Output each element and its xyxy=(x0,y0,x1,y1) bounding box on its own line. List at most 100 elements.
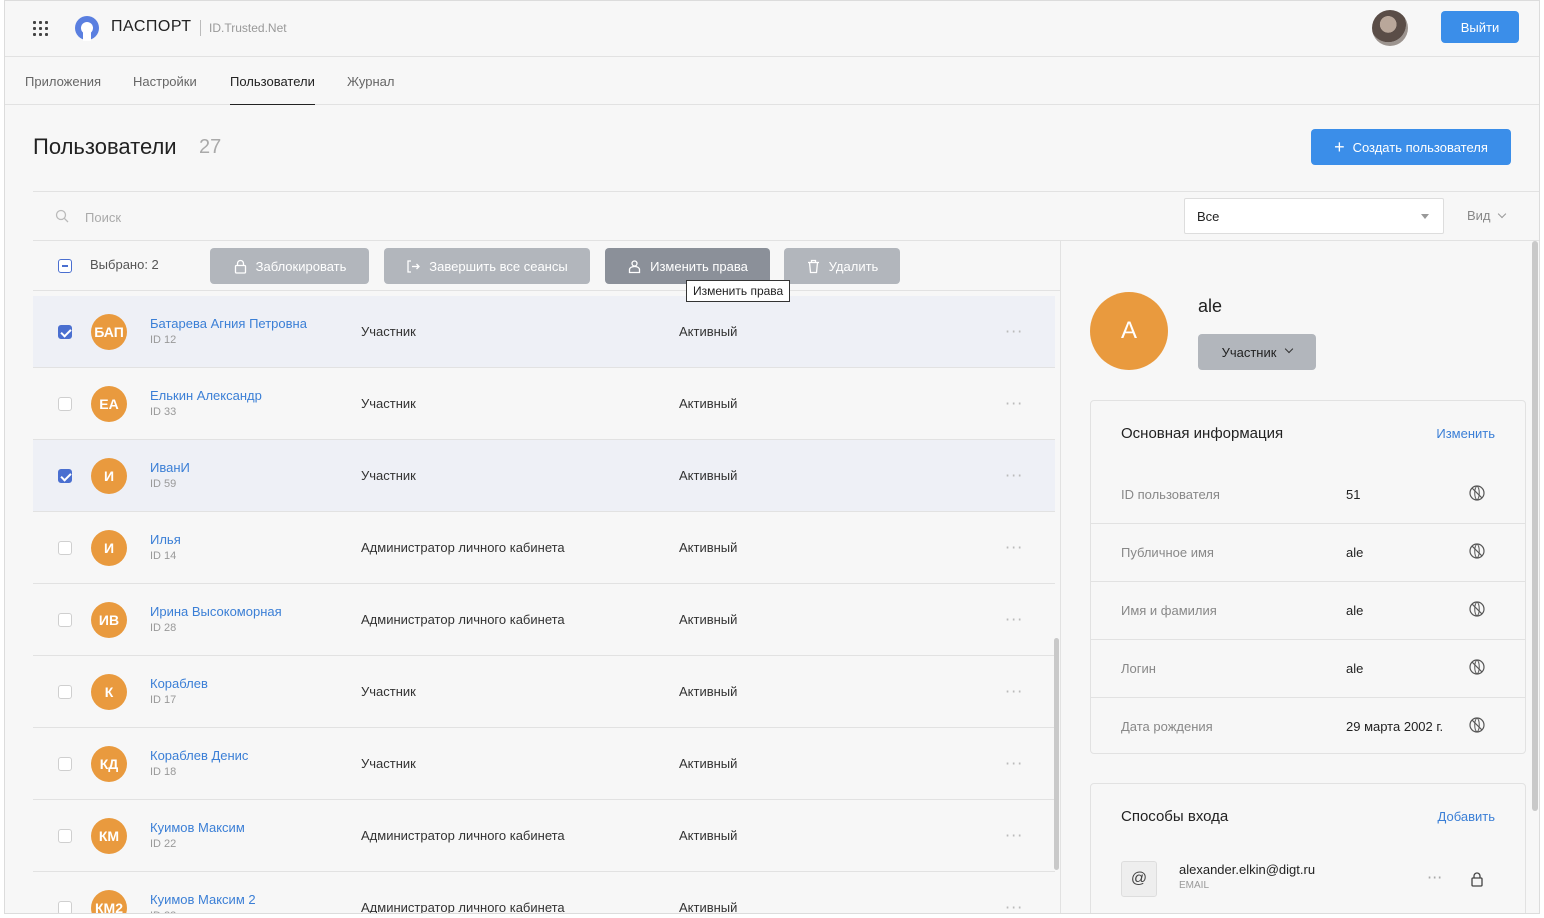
table-row[interactable]: КД Кораблев Денис ID 18 Участник Активны… xyxy=(33,728,1055,800)
logout-button[interactable]: Выйти xyxy=(1441,11,1519,43)
globe-icon[interactable] xyxy=(1469,717,1485,733)
brand-divider xyxy=(200,20,201,36)
row-checkbox[interactable] xyxy=(58,901,72,913)
user-status: Активный xyxy=(679,828,738,843)
user-name-link[interactable]: Кораблев Денис xyxy=(150,748,248,763)
user-role: Администратор личного кабинета xyxy=(361,540,565,555)
caret-down-icon xyxy=(1421,214,1429,219)
avatar: К xyxy=(91,674,127,710)
user-status: Активный xyxy=(679,540,738,555)
info-row-full-name: Имя и фамилия ale xyxy=(1091,582,1525,640)
row-checkbox[interactable] xyxy=(58,325,72,339)
search-input[interactable] xyxy=(85,205,485,229)
more-options-icon[interactable]: ··· xyxy=(1427,868,1442,887)
profile-role-dropdown[interactable]: Участник xyxy=(1198,334,1316,370)
delete-button[interactable]: Удалить xyxy=(784,248,900,284)
current-user-avatar[interactable] xyxy=(1372,10,1408,46)
table-row[interactable]: КМ2 Куимов Максим 2 ID 23 Администратор … xyxy=(33,872,1055,914)
view-label: Вид xyxy=(1467,208,1491,223)
user-name-link[interactable]: Батарева Агния Петровна xyxy=(150,316,307,331)
avatar: КМ2 xyxy=(91,890,127,913)
plus-icon: + xyxy=(1334,137,1345,157)
trash-icon xyxy=(807,259,819,273)
user-role: Участник xyxy=(361,684,416,699)
row-checkbox[interactable] xyxy=(58,397,72,411)
row-checkbox[interactable] xyxy=(58,469,72,483)
user-details-panel: A ale Участник Основная информация Измен… xyxy=(1062,241,1539,913)
more-options-icon[interactable]: ··· xyxy=(1005,826,1023,845)
user-name-link[interactable]: Елькин Александр xyxy=(150,388,262,403)
list-scrollbar[interactable] xyxy=(1054,638,1059,870)
select-all-checkbox[interactable] xyxy=(58,259,72,273)
row-checkbox[interactable] xyxy=(58,541,72,555)
globe-icon[interactable] xyxy=(1469,485,1485,501)
status-filter-select[interactable]: Все xyxy=(1184,198,1444,234)
more-options-icon[interactable]: ··· xyxy=(1005,898,1023,913)
row-checkbox[interactable] xyxy=(58,757,72,771)
info-label: Логин xyxy=(1121,661,1156,676)
table-row[interactable]: КМ Куимов Максим ID 22 Администратор лич… xyxy=(33,800,1055,872)
page-title: Пользователи xyxy=(33,134,177,159)
block-button[interactable]: Заблокировать xyxy=(210,248,369,284)
more-options-icon[interactable]: ··· xyxy=(1005,466,1023,485)
create-user-label: Создать пользователя xyxy=(1352,139,1488,155)
login-method-value: alexander.elkin@digt.ru xyxy=(1179,862,1316,877)
apps-grid-icon[interactable] xyxy=(33,21,49,37)
user-name-link[interactable]: Ирина Высокоморная xyxy=(150,604,282,619)
user-role: Администратор личного кабинета xyxy=(361,612,565,627)
info-value: 29 марта 2002 г. xyxy=(1346,719,1444,734)
info-value: ale xyxy=(1346,545,1364,560)
table-row[interactable]: И Илья ID 14 Администратор личного кабин… xyxy=(33,512,1055,584)
edit-info-link[interactable]: Изменить xyxy=(1436,426,1495,441)
user-status: Активный xyxy=(679,756,738,771)
table-row[interactable]: ИВ Ирина Высокоморная ID 28 Администрато… xyxy=(33,584,1055,656)
user-name-link[interactable]: ИванИ xyxy=(150,460,190,475)
bulk-actions-toolbar: Выбрано: 2 Заблокировать Завершить все с… xyxy=(33,241,1060,302)
user-role: Администратор личного кабинета xyxy=(361,900,565,914)
info-value: ale xyxy=(1346,603,1364,618)
table-row[interactable]: К Кораблев ID 17 Участник Активный ··· xyxy=(33,656,1055,728)
row-checkbox[interactable] xyxy=(58,685,72,699)
user-name-link[interactable]: Куимов Максим 2 xyxy=(150,892,256,907)
more-options-icon[interactable]: ··· xyxy=(1005,538,1023,557)
globe-icon[interactable] xyxy=(1469,659,1485,675)
table-row[interactable]: И ИванИ ID 59 Участник Активный ··· xyxy=(33,440,1055,512)
user-name-link[interactable]: Кораблев xyxy=(150,676,208,691)
filter-selected-value: Все xyxy=(1197,209,1220,224)
view-toggle[interactable]: Вид xyxy=(1467,208,1506,223)
globe-icon[interactable] xyxy=(1469,543,1485,559)
tab-journal[interactable]: Журнал xyxy=(347,74,394,89)
user-status: Активный xyxy=(679,324,738,339)
tab-applications[interactable]: Приложения xyxy=(25,74,101,89)
users-count: 27 xyxy=(199,136,222,158)
row-checkbox[interactable] xyxy=(58,613,72,627)
tab-users[interactable]: Пользователи xyxy=(230,74,315,105)
user-name-link[interactable]: Илья xyxy=(150,532,181,547)
more-options-icon[interactable]: ··· xyxy=(1005,322,1023,341)
more-options-icon[interactable]: ··· xyxy=(1005,610,1023,629)
row-checkbox[interactable] xyxy=(58,829,72,843)
logout-arrow-icon xyxy=(407,259,421,273)
basic-info-title: Основная информация xyxy=(1121,425,1284,442)
change-rights-button[interactable]: Изменить права xyxy=(605,248,770,284)
table-row[interactable]: БАП Батарева Агния Петровна ID 12 Участн… xyxy=(33,296,1055,368)
avatar: КД xyxy=(91,746,127,782)
tab-settings[interactable]: Настройки xyxy=(133,74,197,89)
end-sessions-button[interactable]: Завершить все сеансы xyxy=(384,248,590,284)
panel-scrollbar[interactable] xyxy=(1532,241,1538,811)
create-user-button[interactable]: + Создать пользователя xyxy=(1311,129,1511,165)
more-options-icon[interactable]: ··· xyxy=(1005,754,1023,773)
more-options-icon[interactable]: ··· xyxy=(1005,394,1023,413)
add-login-method-link[interactable]: Добавить xyxy=(1438,809,1495,824)
user-id: ID 22 xyxy=(150,838,177,850)
brand-subtitle: ID.Trusted.Net xyxy=(209,21,287,35)
info-label: Дата рождения xyxy=(1121,719,1213,734)
user-name-link[interactable]: Куимов Максим xyxy=(150,820,245,835)
more-options-icon[interactable]: ··· xyxy=(1005,682,1023,701)
chevron-down-icon xyxy=(1497,209,1506,219)
lock-icon[interactable] xyxy=(1469,871,1485,887)
app-window: ПАСПОРТ ID.Trusted.Net Выйти Приложения … xyxy=(4,0,1540,914)
table-row[interactable]: ЕА Елькин Александр ID 33 Участник Актив… xyxy=(33,368,1055,440)
user-id: ID 12 xyxy=(150,334,177,346)
globe-icon[interactable] xyxy=(1469,601,1485,617)
